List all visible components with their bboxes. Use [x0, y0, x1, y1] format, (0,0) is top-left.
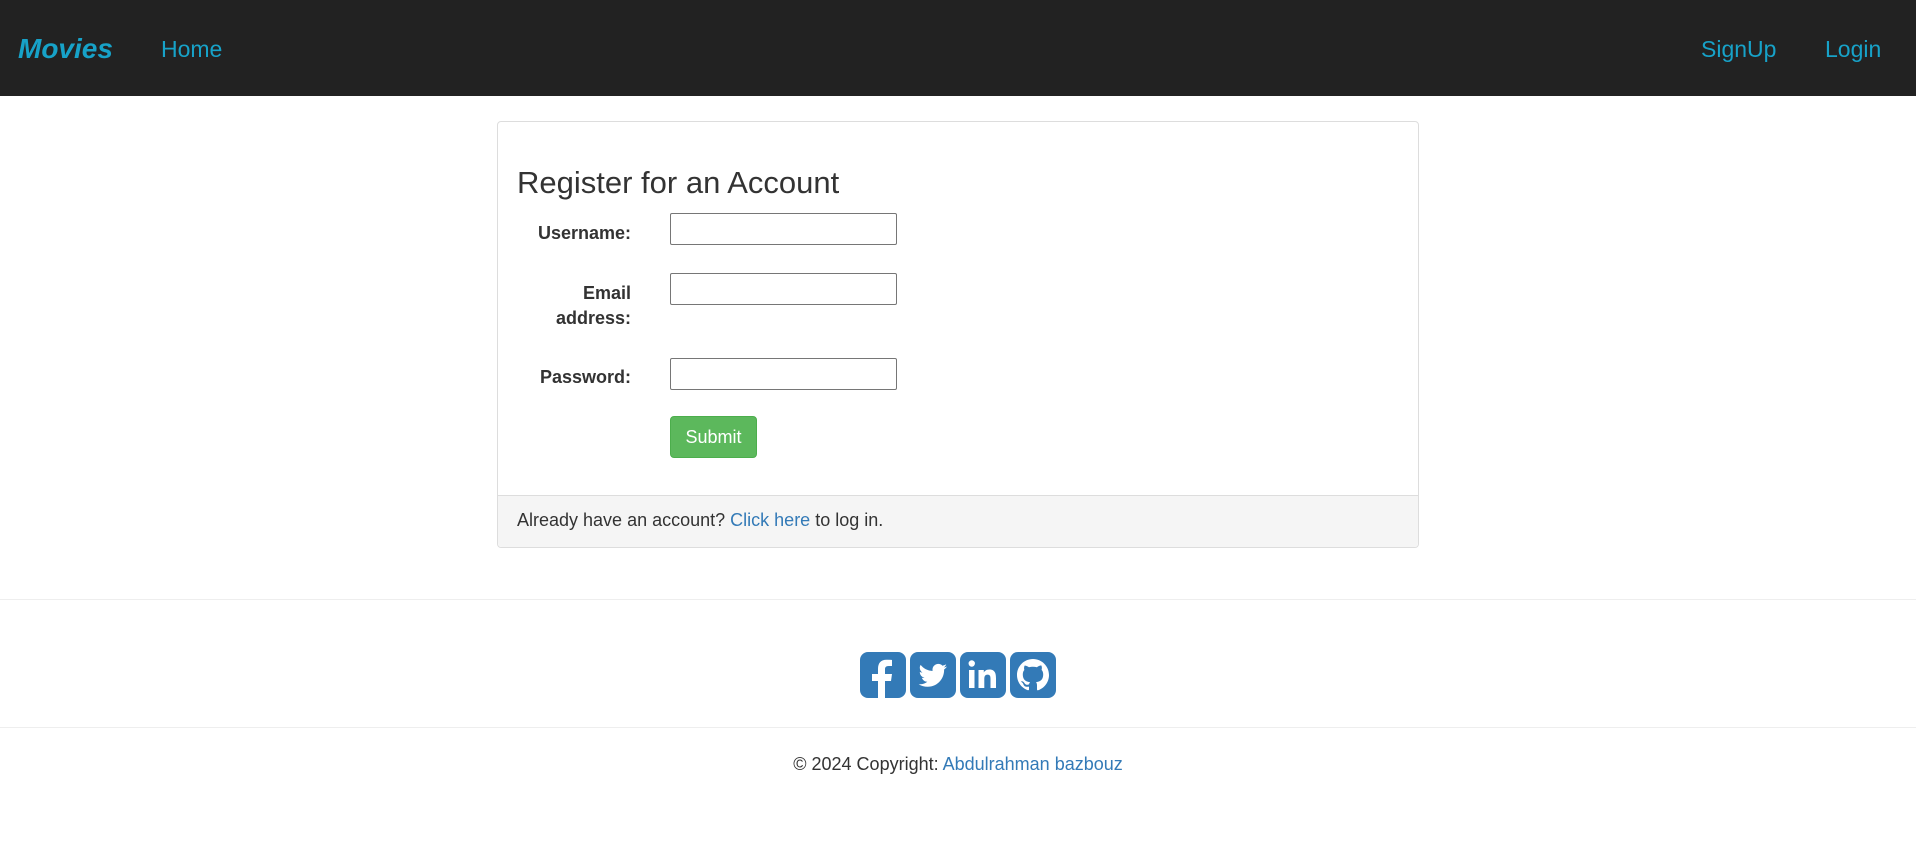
navbar: Movies Home SignUp Login: [0, 0, 1916, 96]
username-label: Username:: [537, 223, 631, 243]
login-prompt-suffix: to log in.: [815, 510, 884, 530]
linkedin-icon[interactable]: [960, 652, 1006, 698]
author-link[interactable]: Abdulrahman bazbouz: [943, 754, 1123, 774]
submit-button[interactable]: Submit: [670, 416, 757, 458]
username-input[interactable]: [670, 213, 897, 245]
email-label: Email address:: [491, 281, 631, 331]
login-link[interactable]: Click here: [730, 510, 810, 530]
copyright-prefix: © 2024 Copyright:: [793, 754, 939, 774]
password-input[interactable]: [670, 358, 897, 390]
email-label-line1: Email: [582, 283, 631, 303]
github-icon[interactable]: [1010, 652, 1056, 698]
footer-divider-top: [0, 599, 1916, 600]
facebook-icon[interactable]: [860, 652, 906, 698]
nav-home-link[interactable]: Home: [161, 36, 222, 63]
social-links: [860, 652, 1060, 698]
register-title: Register for an Account: [517, 165, 840, 200]
footer-divider-bottom: [0, 727, 1916, 728]
copyright: © 2024 Copyright: Abdulrahman bazbouz: [0, 754, 1916, 775]
brand-logo-link[interactable]: Movies: [18, 33, 113, 65]
nav-login-link[interactable]: Login: [1825, 36, 1881, 63]
login-prompt-prefix: Already have an account?: [517, 510, 726, 530]
password-label: Password:: [539, 367, 631, 387]
nav-signup-link[interactable]: SignUp: [1701, 36, 1776, 63]
card-footer: Already have an account? Click here to l…: [498, 495, 1418, 547]
email-label-line2: address:: [555, 308, 631, 328]
register-card: Register for an Account Username: Email …: [497, 121, 1419, 548]
twitter-icon[interactable]: [910, 652, 956, 698]
login-prompt: Already have an account? Click here to l…: [517, 510, 883, 531]
email-input[interactable]: [670, 273, 897, 305]
